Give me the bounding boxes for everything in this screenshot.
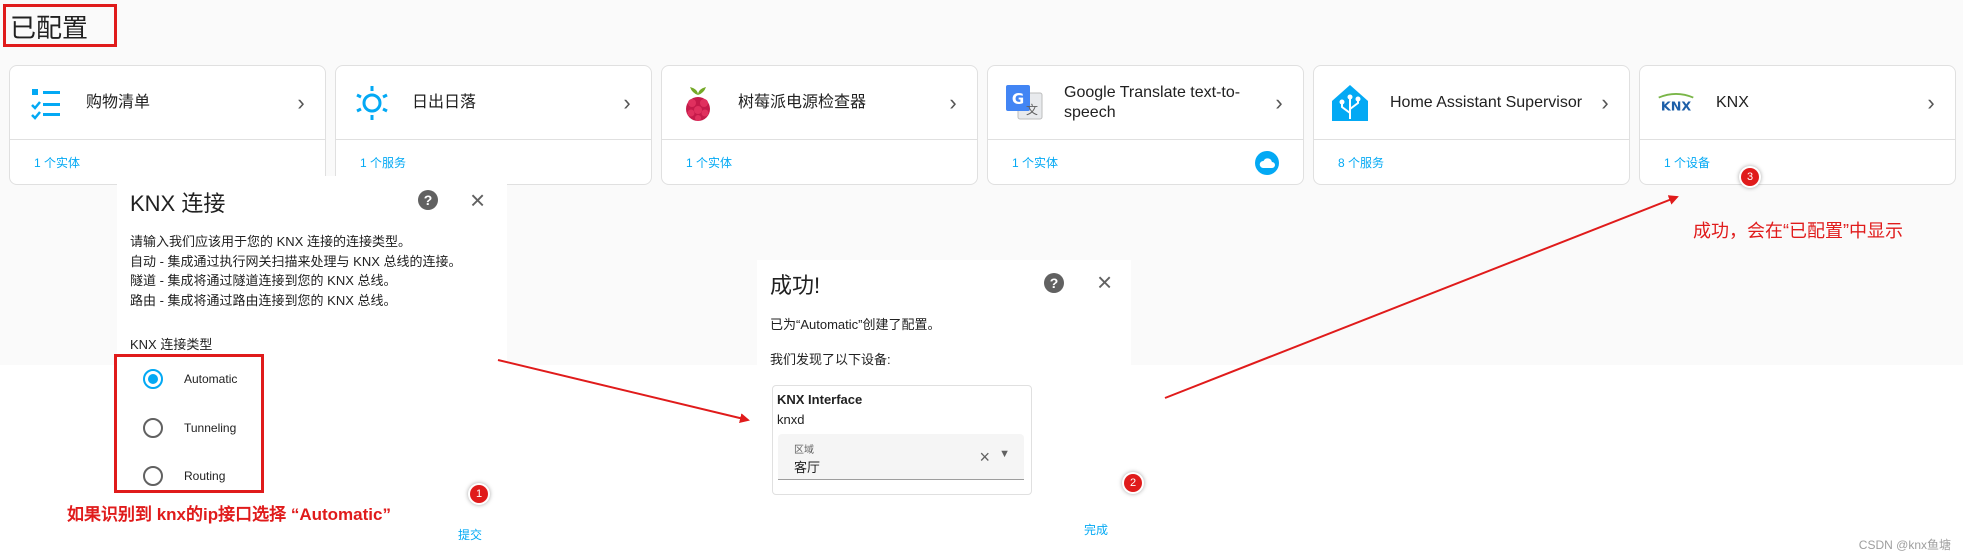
arrow-to-success [497,359,750,423]
arrow-to-knx-card [1164,195,1679,399]
annotation-arrows [497,195,1679,423]
watermark: CSDN @knx鱼塘 [1858,538,1951,552]
